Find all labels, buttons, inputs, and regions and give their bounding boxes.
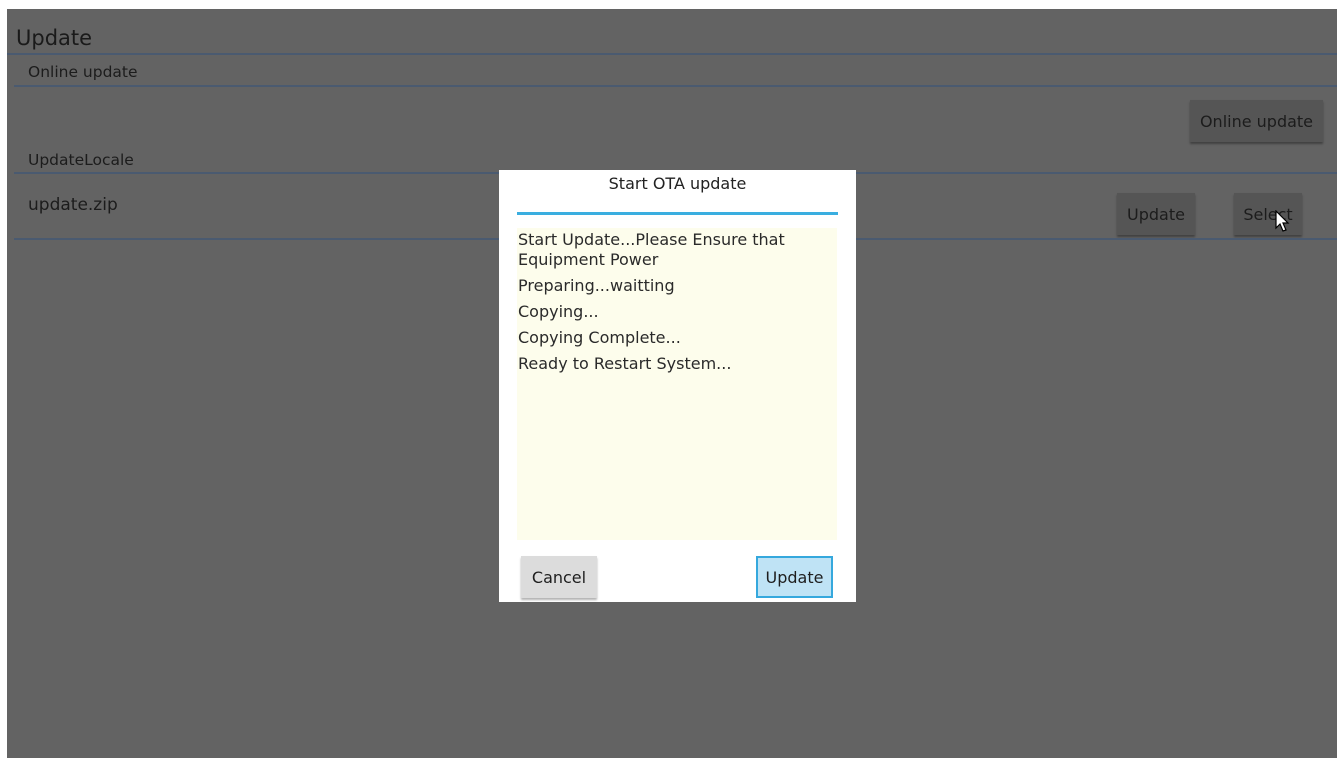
online-update-button[interactable]: Online update [1190,100,1323,142]
log-line: Preparing...waitting [518,276,675,295]
update-button[interactable]: Update [1117,193,1195,235]
log-line: Start Update...Please Ensure that Equipm… [518,230,785,269]
cancel-button[interactable]: Cancel [521,556,597,598]
select-button[interactable]: Select [1234,193,1302,235]
log-line: Ready to Restart System... [518,354,732,373]
page-title: Update [16,26,93,50]
selected-file-name: update.zip [28,195,118,215]
log-line: Copying Complete... [518,328,681,347]
dialog-update-button[interactable]: Update [756,556,833,598]
online-update-section-label: Online update [28,63,138,81]
online-section-divider [14,85,1337,87]
update-log: Start Update...Please Ensure that Equipm… [517,228,837,540]
mouse-pointer-icon [1275,210,1290,232]
log-line: Copying... [518,302,599,321]
local-update-section-label: UpdateLocale [28,151,134,169]
ota-update-dialog: Start OTA update Start Update...Please E… [499,170,856,602]
dialog-title-divider [517,212,838,215]
title-divider [7,53,1337,55]
dialog-title: Start OTA update [608,174,747,193]
